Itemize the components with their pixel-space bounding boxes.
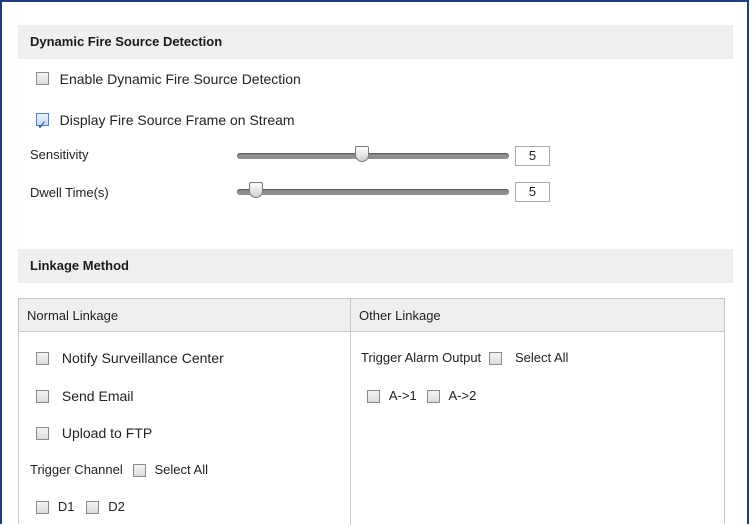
enable-detection-checkbox[interactable] xyxy=(36,72,49,86)
normal-linkage-title: Normal Linkage xyxy=(27,308,119,323)
dwell-time-slider-track[interactable] xyxy=(237,189,509,195)
output-a1-label: A->1 xyxy=(388,388,417,404)
channel-d2-label: D2 xyxy=(108,499,125,515)
dwell-time-slider-thumb[interactable] xyxy=(249,182,263,198)
display-frame-row[interactable]: Display Fire Source Frame on Stream xyxy=(36,105,295,139)
upload-ftp-checkbox[interactable] xyxy=(36,426,49,440)
linkage-table: Normal Linkage Other Linkage Notify Surv… xyxy=(18,298,725,525)
channel-d1-checkbox[interactable] xyxy=(36,500,49,514)
section-title-linkage: Linkage Method xyxy=(30,258,129,273)
channel-d2-checkbox[interactable] xyxy=(86,500,100,514)
dwell-time-label: Dwell Time(s) xyxy=(30,185,109,200)
upload-ftp-row[interactable]: Upload to FTP xyxy=(36,421,152,443)
notify-center-label: Notify Surveillance Center xyxy=(61,350,224,367)
sensitivity-value[interactable]: 5 xyxy=(515,146,550,166)
trigger-alarm-label: Trigger Alarm Output xyxy=(361,350,482,365)
send-email-row[interactable]: Send Email xyxy=(36,384,133,406)
display-frame-label: Display Fire Source Frame on Stream xyxy=(59,111,295,128)
send-email-label: Send Email xyxy=(61,388,134,405)
upload-ftp-label: Upload to FTP xyxy=(61,425,153,442)
column-divider xyxy=(350,299,351,525)
dwell-time-value[interactable]: 5 xyxy=(515,182,550,202)
output-a2-checkbox[interactable] xyxy=(426,389,440,403)
other-linkage-header: Other Linkage xyxy=(351,299,724,332)
normal-linkage-header: Normal Linkage xyxy=(19,299,350,332)
output-a2-label: A->2 xyxy=(448,388,477,404)
alarm-output-row: A->1 A->2 xyxy=(367,384,476,406)
section-header-detection: Dynamic Fire Source Detection xyxy=(18,25,733,59)
section-header-linkage: Linkage Method xyxy=(18,249,733,283)
trigger-channel-select-all-checkbox[interactable] xyxy=(132,463,146,477)
section-title-detection: Dynamic Fire Source Detection xyxy=(30,34,223,49)
sensitivity-slider-thumb[interactable] xyxy=(355,146,369,162)
trigger-alarm-row: Trigger Alarm Output Select All xyxy=(361,346,568,368)
trigger-alarm-select-all-checkbox[interactable] xyxy=(489,351,503,365)
display-frame-checkbox[interactable] xyxy=(36,111,49,139)
trigger-channel-row: Trigger Channel Select All xyxy=(30,458,208,480)
notify-center-row[interactable]: Notify Surveillance Center xyxy=(36,346,224,368)
trigger-channel-select-all-label: Select All xyxy=(154,462,208,478)
send-email-checkbox[interactable] xyxy=(36,389,49,403)
enable-detection-row[interactable]: Enable Dynamic Fire Source Detection xyxy=(36,64,301,92)
enable-detection-label: Enable Dynamic Fire Source Detection xyxy=(59,70,301,87)
trigger-alarm-select-all-label: Select All xyxy=(514,350,569,366)
channel-row: D1 D2 xyxy=(36,495,125,517)
other-linkage-title: Other Linkage xyxy=(359,308,441,323)
output-a1-checkbox[interactable] xyxy=(367,389,380,403)
notify-center-checkbox[interactable] xyxy=(36,351,49,365)
channel-d1-label: D1 xyxy=(57,499,75,515)
sensitivity-label: Sensitivity xyxy=(30,147,89,162)
trigger-channel-label: Trigger Channel xyxy=(30,462,123,477)
sensitivity-slider-track[interactable] xyxy=(237,153,509,159)
